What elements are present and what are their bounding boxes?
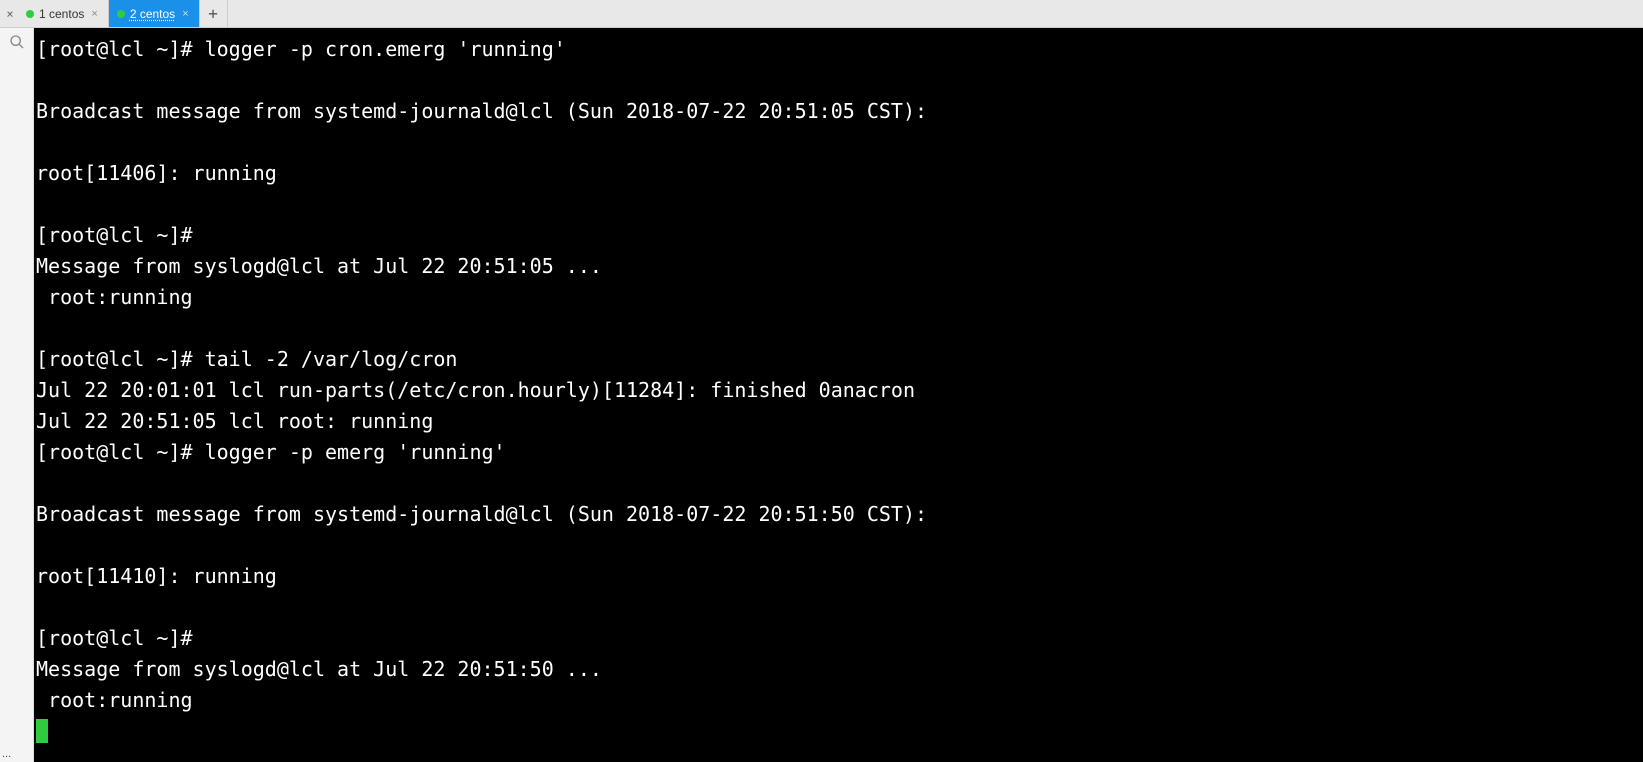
new-tab-button[interactable]: + [200, 0, 228, 27]
status-dot-icon [26, 10, 34, 18]
tab-close-left-button[interactable]: × [2, 0, 18, 27]
terminal-output[interactable]: [root@lcl ~]# logger -p cron.emerg 'runn… [34, 28, 1643, 762]
search-icon[interactable] [9, 34, 25, 54]
status-ellipsis: ... [2, 748, 11, 760]
tab-2-centos[interactable]: 2 centos × [109, 0, 200, 27]
tab-1-centos[interactable]: 1 centos × [18, 0, 109, 27]
close-icon[interactable]: × [180, 8, 190, 20]
left-gutter [0, 28, 34, 762]
terminal-cursor [36, 719, 48, 743]
close-icon[interactable]: × [89, 8, 99, 20]
status-dot-icon [117, 10, 125, 18]
tab-label: 2 centos [130, 7, 175, 21]
tab-label: 1 centos [39, 7, 84, 21]
tab-bar: × 1 centos × 2 centos × + [0, 0, 1643, 28]
